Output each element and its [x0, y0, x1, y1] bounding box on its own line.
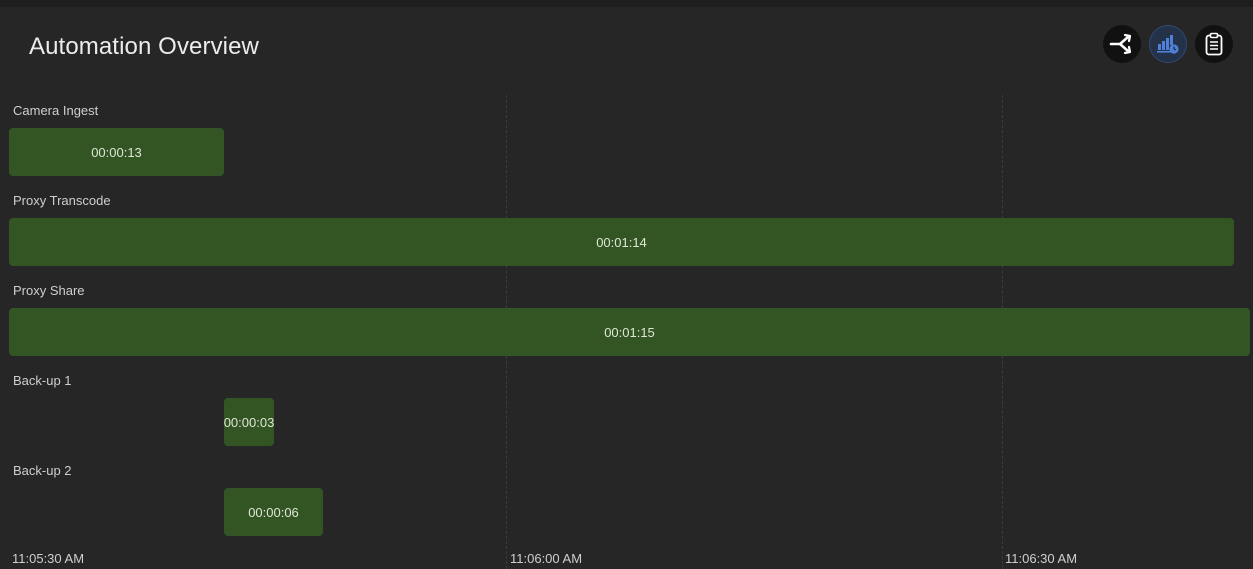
- task-bar-back-up-1[interactable]: 00:00:03: [224, 398, 274, 446]
- clipboard-list-icon: [1205, 32, 1223, 56]
- row-label-camera-ingest: Camera Ingest: [13, 103, 99, 118]
- automation-overview-window: Automation Overview Camera Ingest 00:00:…: [0, 7, 1253, 569]
- toolbar: [1103, 25, 1233, 63]
- time-axis-tick: 11:06:00 AM: [510, 551, 583, 566]
- task-bar-camera-ingest[interactable]: 00:00:13: [9, 128, 224, 176]
- task-duration: 00:00:03: [223, 414, 275, 430]
- stats-clock-icon: [1157, 35, 1179, 54]
- workflow-button[interactable]: [1103, 25, 1141, 63]
- workflow-icon: [1109, 33, 1132, 55]
- task-duration: 00:00:13: [91, 144, 142, 160]
- clipboard-button[interactable]: [1195, 25, 1233, 63]
- row-label-proxy-share: Proxy Share: [13, 283, 85, 298]
- time-axis-tick: 11:05:30 AM: [12, 551, 85, 566]
- row-label-back-up-1: Back-up 1: [13, 373, 72, 388]
- task-bar-proxy-share[interactable]: 00:01:15: [9, 308, 1250, 356]
- row-label-back-up-2: Back-up 2: [13, 463, 72, 478]
- page-title: Automation Overview: [29, 33, 259, 60]
- task-bar-back-up-2[interactable]: 00:00:06: [224, 488, 323, 536]
- task-duration: 00:00:06: [248, 504, 299, 520]
- task-bar-proxy-transcode[interactable]: 00:01:14: [9, 218, 1234, 266]
- row-label-proxy-transcode: Proxy Transcode: [13, 193, 111, 208]
- task-duration: 00:01:14: [596, 234, 647, 250]
- stats-button[interactable]: [1149, 25, 1187, 63]
- task-duration: 00:01:15: [604, 324, 655, 340]
- time-axis-tick: 11:06:30 AM: [1005, 551, 1078, 566]
